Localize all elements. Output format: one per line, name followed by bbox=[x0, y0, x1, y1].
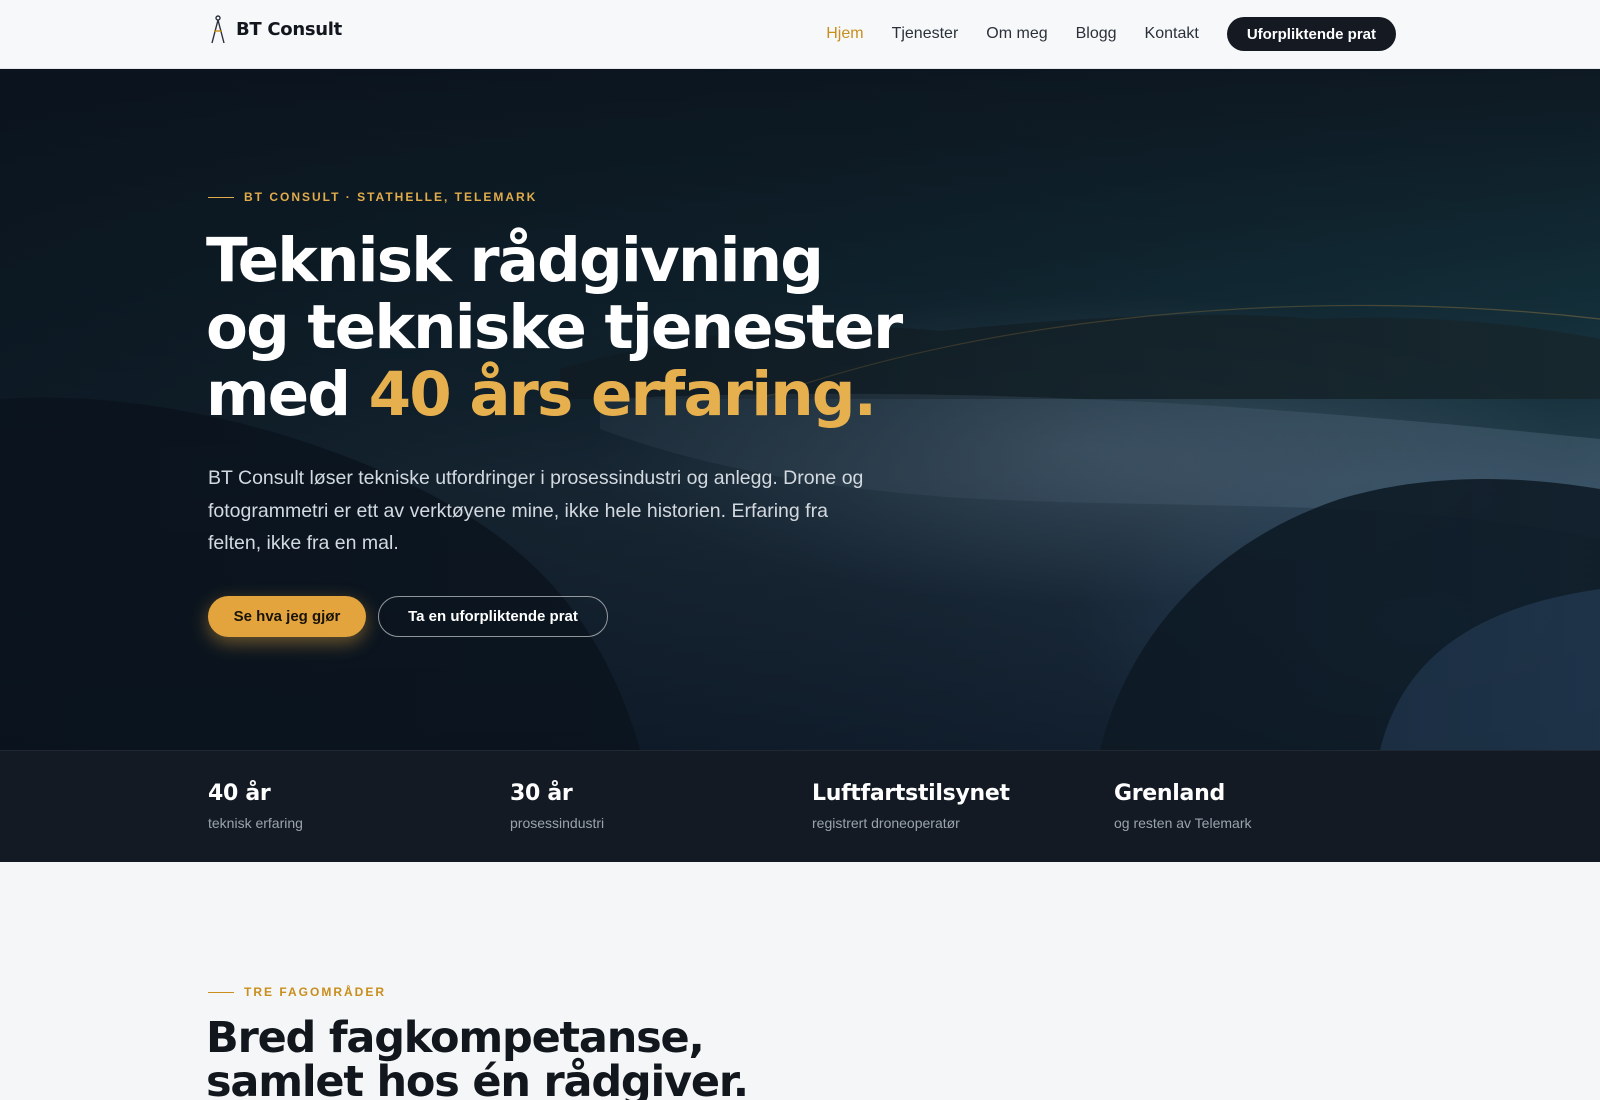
stat-label: og resten av Telemark bbox=[1114, 815, 1252, 831]
section-eyebrow-text: TRE FAGOMRÅDER bbox=[244, 985, 386, 999]
logo-text: BT Consult bbox=[236, 18, 342, 40]
drafting-compass-icon bbox=[211, 15, 225, 44]
nav-item-hjem[interactable]: Hjem bbox=[826, 25, 863, 43]
section-eyebrow: TRE FAGOMRÅDER bbox=[208, 985, 386, 999]
nav-item-om-meg[interactable]: Om meg bbox=[986, 25, 1047, 43]
hero-title-line3-prefix: med bbox=[206, 359, 369, 430]
hero-eyebrow: BT CONSULT · STATHELLE, TELEMARK bbox=[208, 190, 537, 204]
section-title-line2: samlet hos én rådgiver. bbox=[206, 1057, 749, 1100]
eyebrow-line bbox=[208, 991, 234, 993]
nav-item-kontakt[interactable]: Kontakt bbox=[1145, 25, 1199, 43]
stat-value: 40 år bbox=[208, 781, 271, 806]
main-nav: Hjem Tjenester Om meg Blogg Kontakt Ufor… bbox=[826, 17, 1396, 51]
section-title-line1: Bred fagkompetanse, bbox=[206, 1013, 705, 1063]
hero-eyebrow-text: BT CONSULT · STATHELLE, TELEMARK bbox=[244, 190, 538, 204]
stat-label: prosessindustri bbox=[510, 815, 605, 831]
stat-item: 40 år teknisk erfaring bbox=[208, 781, 303, 831]
hero-title-accent: 40 års erfaring. bbox=[368, 359, 877, 430]
nav-item-tjenester[interactable]: Tjenester bbox=[892, 25, 959, 43]
logo[interactable]: BT Consult bbox=[208, 13, 342, 45]
stats-band: 40 år teknisk erfaring 30 år prosessindu… bbox=[0, 750, 1600, 862]
hero-section: BT CONSULT · STATHELLE, TELEMARK Teknisk… bbox=[0, 69, 1600, 750]
contact-chat-button[interactable]: Ta en uforpliktende prat bbox=[378, 596, 608, 637]
stat-value: Grenland bbox=[1114, 781, 1225, 806]
eyebrow-line bbox=[208, 196, 234, 198]
stat-item: Grenland og resten av Telemark bbox=[1114, 781, 1251, 831]
stat-label: registrert droneoperatør bbox=[812, 815, 960, 831]
stat-value: Luftfartstilsynet bbox=[812, 781, 1010, 806]
stat-item: 30 år prosessindustri bbox=[510, 781, 604, 831]
section-title: Bred fagkompetanse, samlet hos én rådgiv… bbox=[206, 1016, 906, 1100]
header-cta-button[interactable]: Uforpliktende prat bbox=[1226, 17, 1396, 51]
nav-item-blogg[interactable]: Blogg bbox=[1076, 25, 1117, 43]
hero-title-line1: Teknisk rådgivning bbox=[206, 225, 824, 296]
hero-title-line2: og tekniske tjenester bbox=[206, 292, 903, 363]
stat-value: 30 år bbox=[510, 781, 573, 806]
see-services-button[interactable]: Se hva jeg gjør bbox=[208, 596, 366, 637]
hero-title: Teknisk rådgivning og tekniske tjenester… bbox=[206, 227, 906, 428]
site-header: BT Consult Hjem Tjenester Om meg Blogg K… bbox=[0, 0, 1600, 69]
stat-item: Luftfartstilsynet registrert droneoperat… bbox=[812, 781, 1010, 831]
stat-label: teknisk erfaring bbox=[208, 815, 303, 831]
hero-description: BT Consult løser tekniske utfordringer i… bbox=[208, 467, 864, 554]
